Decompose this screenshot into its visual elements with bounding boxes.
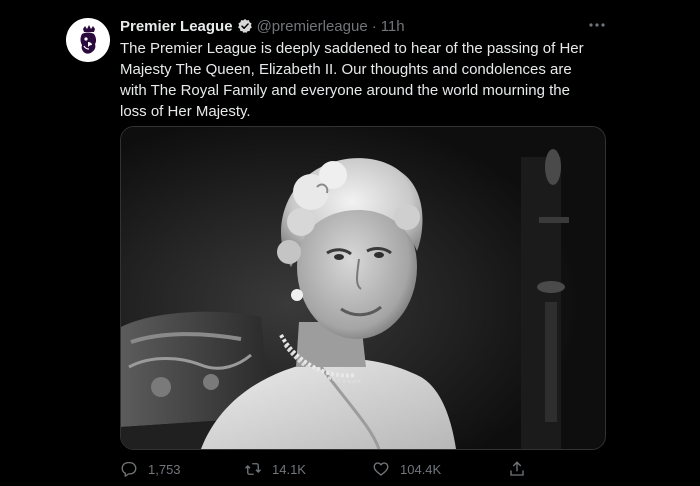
like-icon: [373, 462, 389, 476]
reply-button[interactable]: 1,753: [120, 458, 181, 480]
reply-icon: [121, 461, 137, 477]
like-button[interactable]: 104.4K: [372, 458, 441, 480]
premier-league-lion-icon: [66, 18, 110, 62]
display-name[interactable]: Premier League: [120, 18, 233, 35]
tweet-header: Premier League @premierleague · 11h: [120, 16, 405, 36]
tweet-photo[interactable]: [120, 126, 606, 450]
verified-badge-icon: [237, 18, 253, 34]
like-count: 104.4K: [400, 461, 442, 477]
separator-dot: ·: [371, 17, 377, 35]
retweet-count: 14.1K: [272, 461, 306, 477]
tweet-actions: 1,753 14.1K 104.4K: [120, 458, 600, 480]
tweet-text: The Premier League is deeply saddened to…: [120, 40, 584, 120]
reply-count: 1,753: [148, 461, 181, 477]
avatar[interactable]: [66, 18, 110, 62]
retweet-icon: [245, 463, 261, 475]
share-button[interactable]: [508, 458, 536, 480]
handle[interactable]: @premierleague: [257, 18, 368, 35]
tweet[interactable]: Premier League @premierleague · 11h The …: [0, 0, 700, 486]
timestamp[interactable]: 11h: [381, 18, 405, 35]
retweet-button[interactable]: 14.1K: [244, 458, 306, 480]
share-icon: [510, 461, 524, 476]
more-options-icon[interactable]: [586, 14, 608, 36]
